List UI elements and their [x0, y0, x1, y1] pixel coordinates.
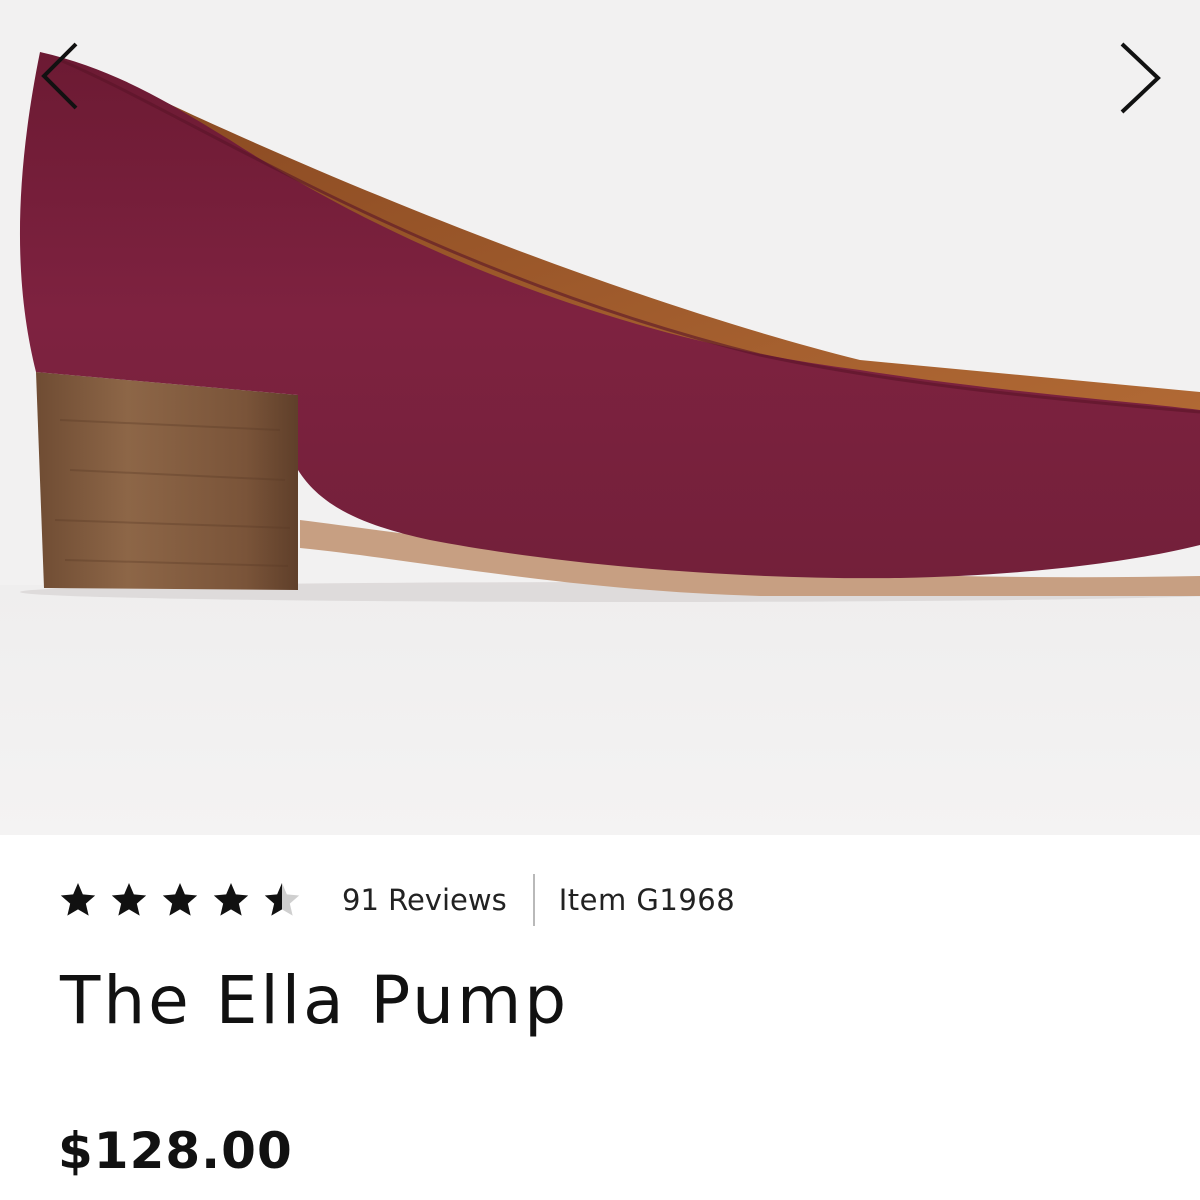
star-rating[interactable]	[58, 880, 302, 920]
star-icon	[211, 880, 251, 920]
reviews-link[interactable]: 91 Reviews	[342, 883, 507, 917]
half-star-icon	[262, 880, 302, 920]
chevron-left-icon	[41, 42, 78, 110]
star-icon	[160, 880, 200, 920]
chevron-right-icon	[1120, 42, 1161, 114]
rating-row: 91 Reviews Item G1968	[58, 872, 735, 928]
product-title: The Ella Pump	[60, 962, 570, 1039]
divider	[532, 874, 535, 926]
product-image	[19, 52, 1200, 602]
product-price: $128.00	[58, 1122, 293, 1180]
item-number: Item G1968	[558, 883, 736, 917]
previous-image-button[interactable]	[30, 38, 90, 118]
next-image-button[interactable]	[1108, 38, 1168, 118]
star-icon	[109, 880, 149, 920]
star-icon	[58, 880, 98, 920]
product-image-gallery[interactable]	[0, 0, 1200, 835]
